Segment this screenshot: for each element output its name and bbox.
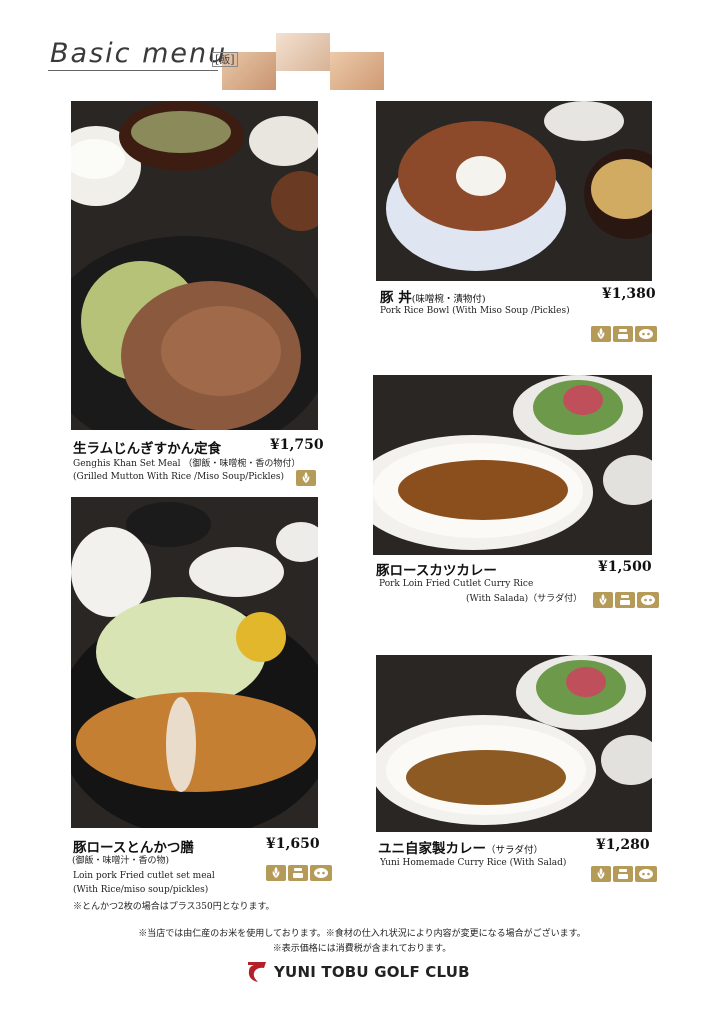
page-subtitle: [飯] bbox=[212, 52, 238, 67]
pig-icon bbox=[310, 865, 332, 881]
pig-icon bbox=[637, 592, 659, 608]
item-note-tonkatsu: ※とんかつ2枚の場合はプラス350円となります。 bbox=[73, 902, 275, 912]
header-decoration-tile bbox=[276, 33, 330, 71]
pig-icon bbox=[635, 326, 657, 342]
item-price-tonkatsu: ¥1,650 bbox=[266, 836, 320, 852]
photo-pork-cutlet-curry bbox=[373, 375, 652, 555]
item-price-genghis-khan: ¥1,750 bbox=[270, 437, 324, 453]
bowl-icon bbox=[288, 865, 308, 881]
rice-icon bbox=[296, 470, 316, 486]
pig-icon bbox=[635, 866, 657, 882]
bowl-icon bbox=[615, 592, 635, 608]
item-desc-tonkatsu-2: (With Rice/miso soup/pickles) bbox=[73, 885, 209, 895]
item-name-homemade-curry-sub: （サラダ付） bbox=[486, 845, 544, 856]
badges-tonkatsu bbox=[266, 865, 332, 881]
club-logo: YUNI TOBU GOLF CLUB bbox=[246, 960, 470, 984]
footer-note-1: ※当店では由仁産のお米を使用しております。※食材の仕入れ状況により内容が変更にな… bbox=[138, 929, 586, 939]
badges-pork-bowl bbox=[591, 326, 657, 342]
badges-homemade-curry bbox=[591, 866, 657, 882]
page-title: Basic menu bbox=[50, 38, 228, 69]
bowl-icon bbox=[613, 866, 633, 882]
item-name-pork-bowl-main: 豚 丼 bbox=[380, 290, 412, 306]
item-desc-cutlet-curry-2: (With Salada)（サラダ付） bbox=[466, 594, 583, 604]
badges-cutlet-curry bbox=[593, 592, 659, 608]
item-desc-tonkatsu-jp: (御飯・味噌汁・香の物) bbox=[72, 856, 170, 866]
rice-icon bbox=[266, 865, 286, 881]
item-name-homemade-curry: ユニ自家製カレー（サラダ付） bbox=[378, 837, 543, 857]
footer-note-2: ※表示価格には消費税が含まれております。 bbox=[272, 944, 452, 954]
photo-pork-rice-bowl bbox=[376, 101, 652, 281]
badges-genghis-khan bbox=[296, 470, 316, 486]
item-desc-pork-bowl: Pork Rice Bowl (With Miso Soup /Pickles) bbox=[380, 306, 570, 316]
title-underline bbox=[48, 70, 218, 71]
rice-icon bbox=[591, 326, 611, 342]
header-decoration-tile bbox=[330, 52, 384, 90]
item-desc-cutlet-curry: Pork Loin Fried Cutlet Curry Rice bbox=[379, 579, 534, 589]
item-desc-tonkatsu: Loin pork Fried cutlet set meal bbox=[73, 871, 215, 881]
item-price-homemade-curry: ¥1,280 bbox=[596, 837, 650, 853]
item-name-homemade-curry-main: ユニ自家製カレー bbox=[378, 841, 486, 857]
item-name-pork-bowl: 豚 丼(味噌椀・漬物付) bbox=[380, 286, 486, 306]
item-price-cutlet-curry: ¥1,500 bbox=[598, 559, 652, 575]
photo-tonkatsu-set bbox=[71, 497, 318, 828]
logo-mark-icon bbox=[248, 962, 266, 982]
item-name-cutlet-curry: 豚ロースカツカレー bbox=[376, 563, 497, 579]
item-desc-homemade-curry: Yuni Homemade Curry Rice (With Salad) bbox=[380, 858, 567, 868]
item-name-pork-bowl-sub: (味噌椀・漬物付) bbox=[411, 294, 486, 305]
rice-icon bbox=[591, 866, 611, 882]
logo-text: YUNI TOBU GOLF CLUB bbox=[274, 963, 470, 981]
rice-icon bbox=[593, 592, 613, 608]
item-price-pork-bowl: ¥1,380 bbox=[602, 286, 656, 302]
photo-homemade-curry bbox=[376, 655, 652, 832]
item-desc-genghis-khan: Genghis Khan Set Meal （御飯・味噌椀・香の物付） bbox=[73, 459, 301, 469]
item-desc-genghis-khan-2: (Grilled Mutton With Rice /Miso Soup/Pic… bbox=[73, 472, 284, 482]
photo-genghis-khan bbox=[71, 101, 318, 430]
bowl-icon bbox=[613, 326, 633, 342]
item-name-genghis-khan: 生ラムじんぎすかん定食 bbox=[73, 441, 222, 457]
item-name-tonkatsu: 豚ロースとんかつ膳 bbox=[73, 840, 194, 856]
